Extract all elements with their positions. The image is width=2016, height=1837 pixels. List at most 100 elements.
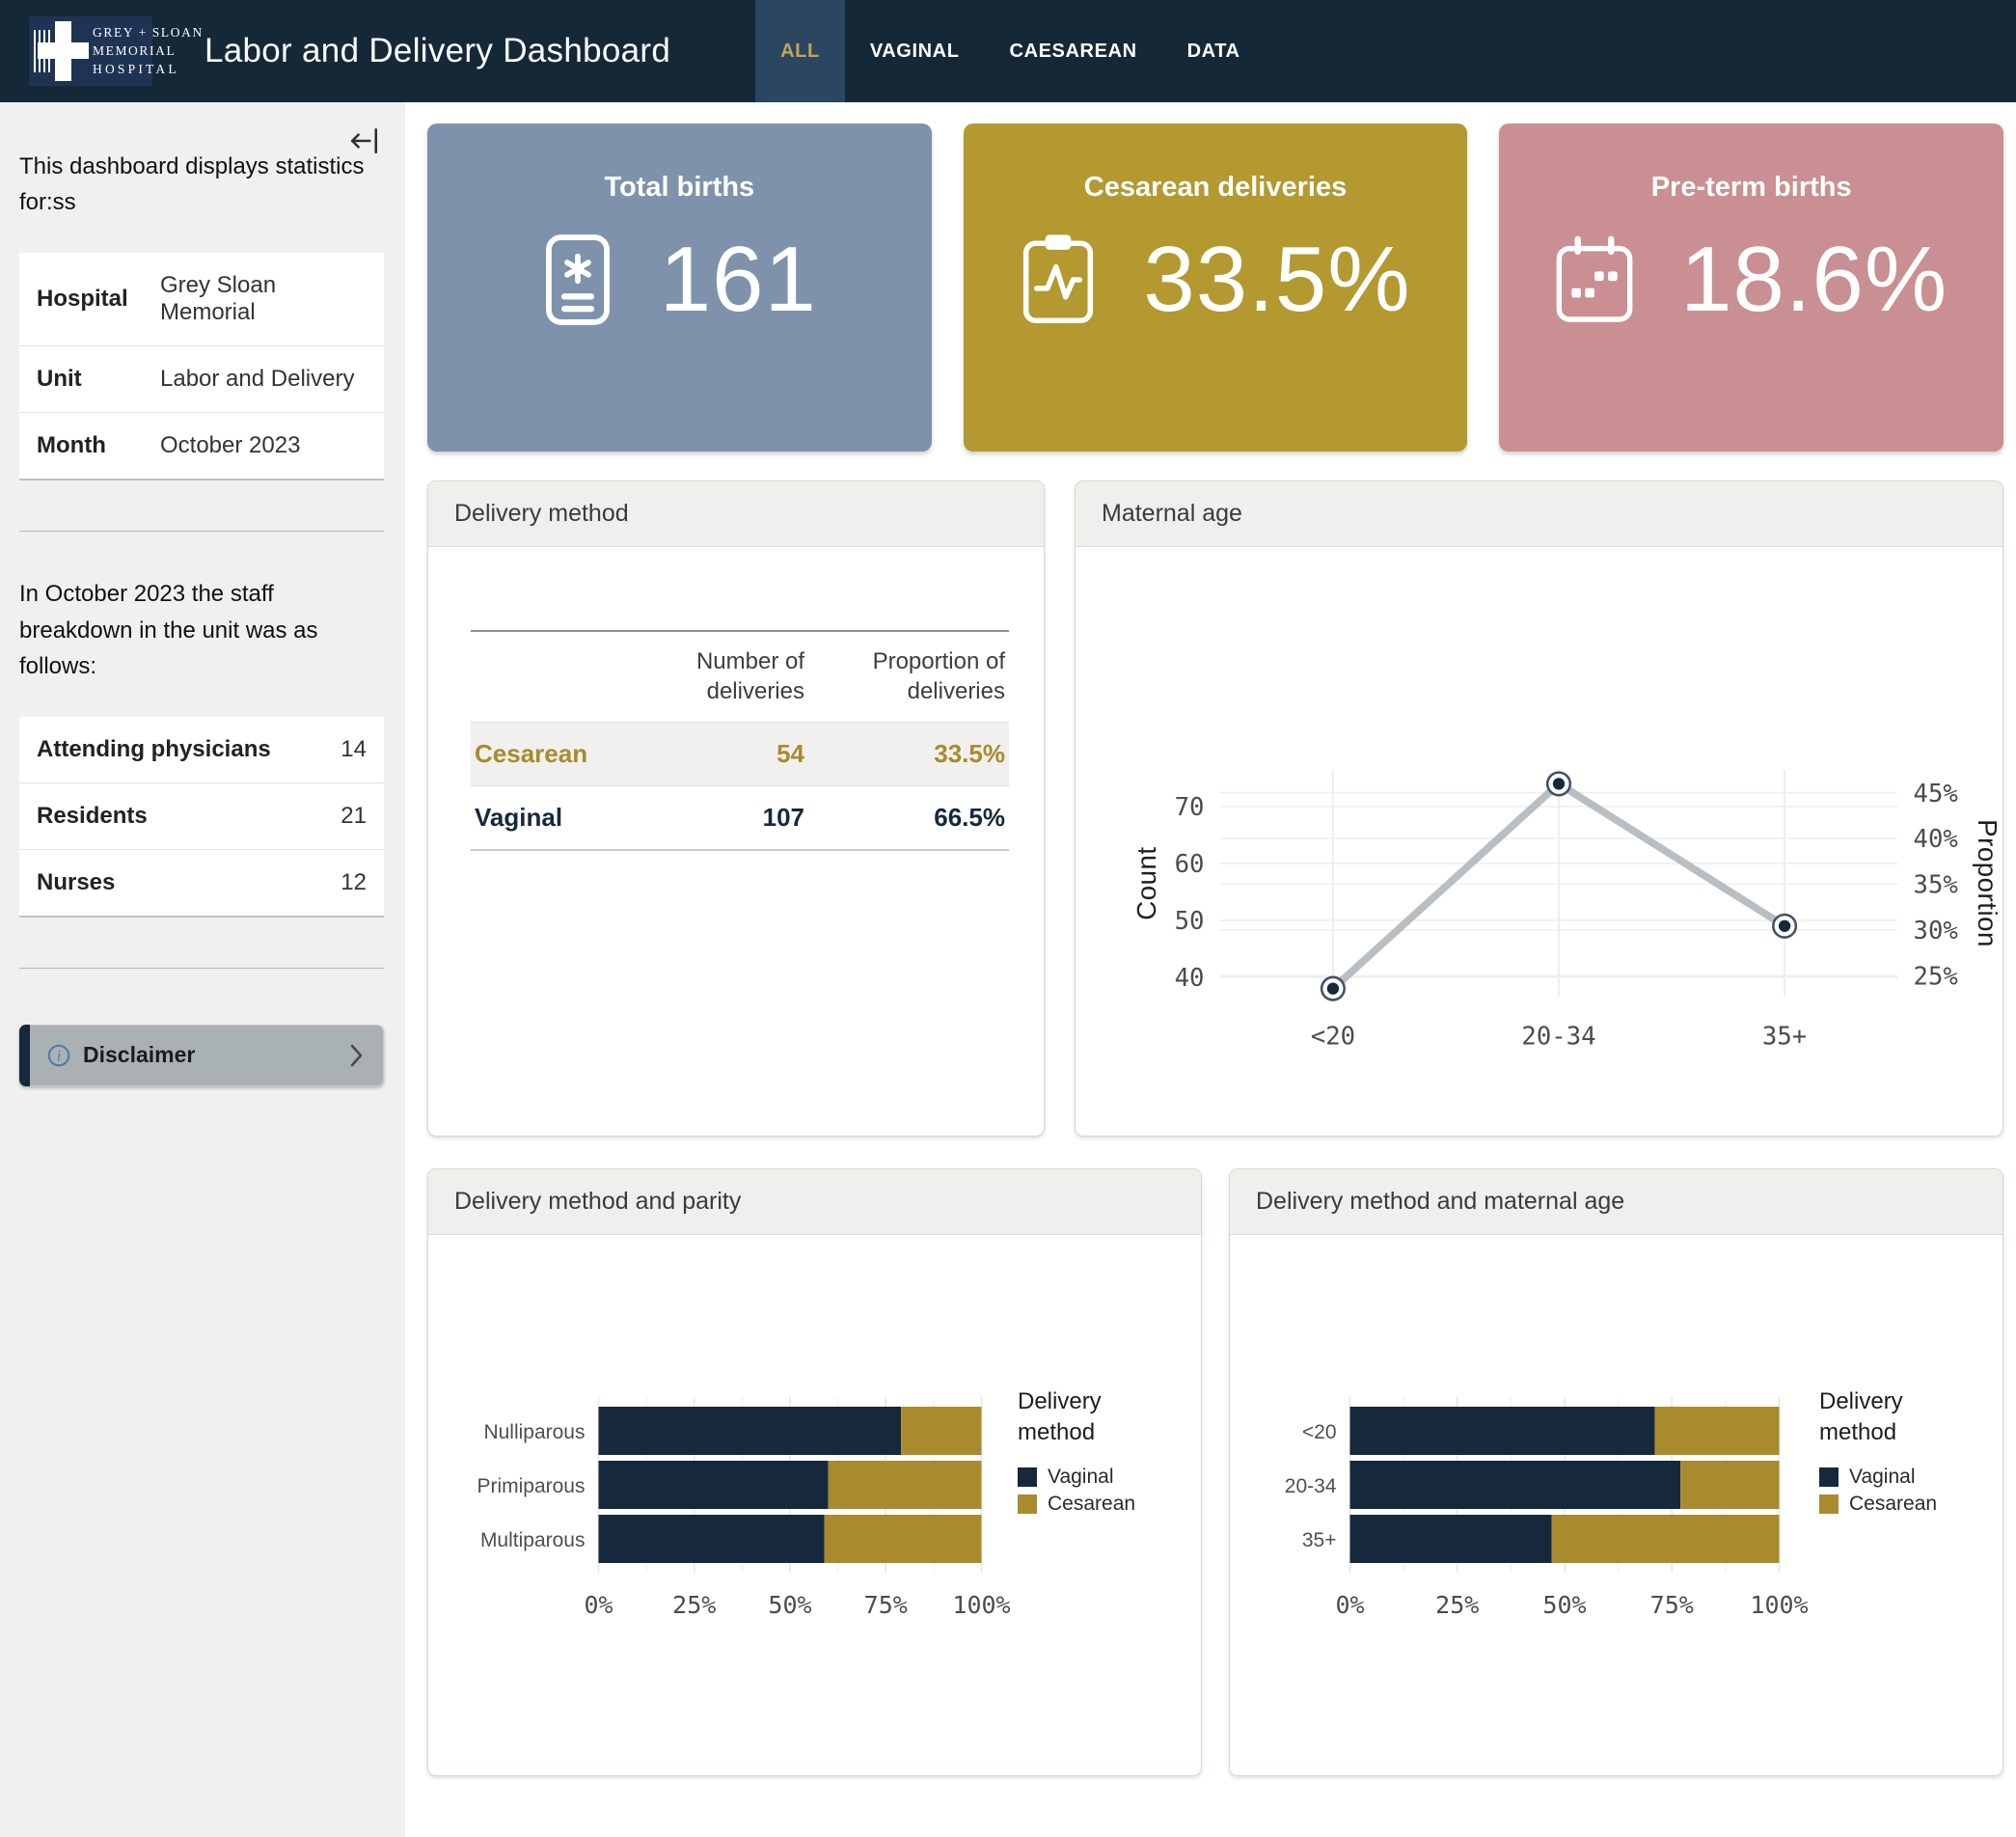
- x-axis-tick: 75%: [1650, 1591, 1694, 1619]
- x-axis-tick: 0%: [584, 1591, 613, 1619]
- collapse-sidebar-button[interactable]: [349, 125, 380, 161]
- legend-item-vaginal: Vaginal: [1819, 1466, 2002, 1489]
- row-number: 107: [625, 786, 808, 851]
- left-axis-tick: 70: [1175, 793, 1205, 822]
- row-label: Vaginal: [471, 786, 625, 851]
- table-row: Unit Labor and Delivery: [19, 346, 384, 413]
- col-header-number: Number of deliveries: [625, 631, 808, 723]
- row-label: Attending physicians: [37, 736, 341, 763]
- data-point: [1779, 920, 1790, 932]
- row-label: Cesarean: [471, 723, 625, 786]
- row-label: Month: [37, 432, 160, 459]
- legend-item-vaginal: Vaginal: [1018, 1466, 1201, 1489]
- row-value: 12: [341, 869, 367, 896]
- table-row: Nurses 12: [19, 850, 384, 918]
- bar-segment-cesarean: [1654, 1407, 1779, 1455]
- table-row-vaginal: Vaginal 107 66.5%: [471, 786, 1009, 851]
- row-label: Nurses: [37, 869, 341, 896]
- chevron-right-icon: [350, 1043, 364, 1068]
- table-row: Residents 21: [19, 783, 384, 850]
- legend-title: Delivery method: [1819, 1386, 1940, 1447]
- age-bars-chart: <2020-3435+0%25%50%75%100%: [1230, 1235, 1819, 1775]
- disclaimer-label: Disclaimer: [83, 1042, 195, 1068]
- tab-caesarean[interactable]: CAESAREAN: [985, 0, 1162, 102]
- right-axis-tick: 35%: [1914, 871, 1959, 900]
- x-axis-tick: 75%: [864, 1591, 908, 1619]
- x-axis-tick: 50%: [1542, 1591, 1586, 1619]
- bar-segment-cesarean: [825, 1515, 982, 1563]
- svg-text:i: i: [57, 1048, 61, 1064]
- x-axis-tick: 35+: [1762, 1023, 1807, 1052]
- row-value: Grey Sloan Memorial: [160, 272, 367, 326]
- right-axis-tick: 45%: [1914, 780, 1959, 809]
- category-label: <20: [1302, 1421, 1337, 1443]
- nav-tabs: ALL VAGINAL CAESAREAN DATA: [755, 0, 1265, 102]
- data-point: [1553, 778, 1565, 789]
- data-point: [1327, 982, 1339, 994]
- tab-all[interactable]: ALL: [755, 0, 845, 102]
- bar-segment-cesarean: [1680, 1461, 1779, 1509]
- kpi-card-preterm-births: Pre-term births 18.6%: [1499, 123, 2003, 452]
- birth-record-icon: [542, 233, 613, 327]
- staff-intro-text: In October 2023 the staff breakdown in t…: [19, 576, 382, 684]
- cesarean-swatch: [1819, 1494, 1839, 1514]
- category-label: Multiparous: [480, 1529, 586, 1551]
- kpi-card-cesarean-deliveries: Cesarean deliveries 33.5%: [964, 123, 1468, 452]
- logo-text: GREY + SLOAN MEMORIAL HOSPITAL: [93, 24, 204, 79]
- page-title: Labor and Delivery Dashboard: [204, 32, 670, 70]
- col-header-proportion: Proportion of deliveries: [808, 631, 1009, 723]
- table-row: Month October 2023: [19, 413, 384, 480]
- x-axis-tick: <20: [1311, 1023, 1355, 1052]
- app-header: GREY + SLOAN MEMORIAL HOSPITAL Labor and…: [0, 0, 2016, 102]
- bar-segment-vaginal: [599, 1515, 825, 1563]
- legend-label: Vaginal: [1048, 1466, 1114, 1489]
- legend-label: Vaginal: [1849, 1466, 1916, 1489]
- calendar-icon: [1555, 235, 1634, 324]
- bar-segment-vaginal: [1350, 1407, 1655, 1455]
- staff-table: Attending physicians 14 Residents 21 Nur…: [19, 717, 384, 918]
- bar-segment-cesarean: [901, 1407, 981, 1455]
- row-value: 14: [341, 736, 367, 763]
- x-axis-tick: 25%: [672, 1591, 716, 1619]
- row-value: 21: [341, 803, 367, 830]
- right-axis-tick: 30%: [1914, 917, 1959, 946]
- legend-label: Cesarean: [1849, 1493, 1937, 1516]
- info-icon: i: [47, 1044, 70, 1067]
- delivery-method-panel: Delivery method Number of deliveries Pro…: [427, 480, 1045, 1137]
- x-axis-tick: 100%: [952, 1591, 1010, 1619]
- bar-segment-cesarean: [1552, 1515, 1780, 1563]
- right-axis-tick: 40%: [1914, 825, 1959, 854]
- category-label: 20-34: [1285, 1475, 1337, 1497]
- x-axis-tick: 50%: [768, 1591, 811, 1619]
- delivery-method-table: Number of deliveries Proportion of deliv…: [471, 630, 1009, 851]
- category-label: Primiparous: [477, 1475, 585, 1497]
- tab-vaginal[interactable]: VAGINAL: [845, 0, 985, 102]
- empty-header: [471, 631, 625, 723]
- kpi-title: Pre-term births: [1499, 172, 2003, 204]
- table-row: Attending physicians 14: [19, 717, 384, 783]
- sidebar: This dashboard displays statistics for:s…: [0, 102, 405, 1837]
- category-label: 35+: [1302, 1529, 1337, 1551]
- x-axis-tick: 100%: [1750, 1591, 1808, 1619]
- left-axis-tick: 50: [1175, 907, 1205, 936]
- parity-panel: Delivery method and parity NulliparousPr…: [427, 1168, 1202, 1776]
- bar-segment-vaginal: [599, 1461, 829, 1509]
- hospital-logo: GREY + SLOAN MEMORIAL HOSPITAL: [29, 16, 152, 86]
- panel-title: Delivery method and maternal age: [1230, 1169, 2002, 1235]
- right-axis-tick: 25%: [1914, 963, 1959, 992]
- divider: [19, 968, 384, 969]
- bar-segment-cesarean: [829, 1461, 982, 1509]
- panel-title: Delivery method and parity: [428, 1169, 1201, 1235]
- main-content: Total births 161 Cesarean deliveries: [405, 102, 2016, 1837]
- row-label: Residents: [37, 803, 341, 830]
- vaginal-swatch: [1819, 1467, 1839, 1487]
- logo-cross-icon: [38, 42, 89, 59]
- disclaimer-button[interactable]: i Disclaimer: [19, 1025, 384, 1086]
- kpi-title: Total births: [427, 172, 932, 204]
- legend-delivery-method: Delivery method Vaginal Cesarean: [1819, 1235, 2002, 1775]
- bar-segment-vaginal: [1350, 1461, 1681, 1509]
- panel-title: Maternal age: [1076, 481, 2002, 547]
- tab-data[interactable]: DATA: [1162, 0, 1266, 102]
- legend-item-cesarean: Cesarean: [1819, 1493, 2002, 1516]
- x-axis-tick: 20-34: [1521, 1023, 1595, 1052]
